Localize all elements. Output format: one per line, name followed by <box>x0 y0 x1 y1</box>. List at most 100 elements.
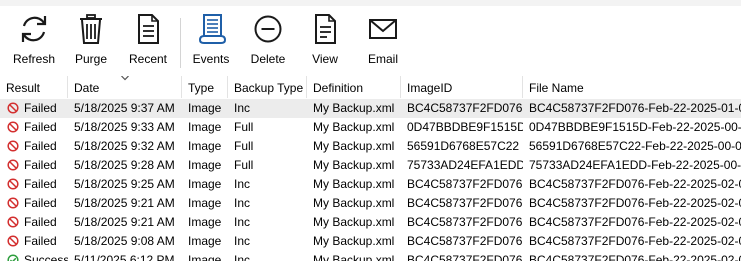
column-header-file-name[interactable]: File Name <box>523 76 741 98</box>
cell-type: Image <box>188 215 222 229</box>
failed-icon <box>7 121 19 133</box>
cell-type: Image <box>188 196 222 210</box>
view-button[interactable]: View <box>305 12 345 70</box>
cell-type: Image <box>188 177 222 191</box>
cell-backup-type: Inc <box>234 253 251 261</box>
circle-minus-icon <box>254 15 282 43</box>
cell-definition: My Backup.xml <box>313 196 395 210</box>
failed-icon <box>7 235 19 247</box>
failed-icon <box>7 159 19 171</box>
table-row[interactable]: Success 5/11/2025 6:12 PM Image Inc My Backu… <box>0 251 741 261</box>
backup-history-table: Result Date Type Backup Type Definition … <box>0 76 741 261</box>
sort-descending-icon <box>121 76 129 81</box>
cell-image-id: BC4C58737F2FD076 <box>407 177 523 191</box>
result-label: Success <box>24 253 68 261</box>
recent-label: Recent <box>128 52 168 66</box>
column-header-type[interactable]: Type <box>182 76 228 98</box>
email-label: Email <box>367 52 398 66</box>
cell-backup-type: Full <box>234 120 254 134</box>
table-row[interactable]: Failed 5/18/2025 9:25 AM Image Inc My Backup… <box>0 175 741 194</box>
cell-file-name: BC4C58737F2FD076-Feb-22-2025-02-02- <box>529 253 741 261</box>
cell-result: Failed <box>0 232 68 251</box>
column-header-result[interactable]: Result <box>0 76 68 98</box>
table-row[interactable]: Failed 5/18/2025 9:21 AM Image Inc My Backup… <box>0 213 741 232</box>
cell-definition: My Backup.xml <box>313 120 395 134</box>
cell-result: Failed <box>0 137 68 156</box>
cell-backup-type: Inc <box>234 177 251 191</box>
cell-date: 5/18/2025 9:28 AM <box>74 158 175 172</box>
failed-icon <box>7 178 19 190</box>
recent-button[interactable]: Recent <box>125 12 171 70</box>
cell-file-name: 75733AD24EFA1EDD-Feb-22-2025-00-00. <box>529 158 741 172</box>
cell-file-name: BC4C58737F2FD076-Feb-22-2025-02-02. <box>529 234 741 248</box>
column-header-image-id[interactable]: ImageID <box>401 76 523 98</box>
table-row[interactable]: Failed 5/18/2025 9:28 AM Image Full My Backu… <box>0 156 741 175</box>
cell-date: 5/18/2025 9:37 AM <box>74 101 175 115</box>
cell-definition: My Backup.xml <box>313 253 395 261</box>
cell-result: Failed <box>0 213 68 232</box>
cell-backup-type: Inc <box>234 196 251 210</box>
cell-file-name: BC4C58737F2FD076-Feb-22-2025-02-02- <box>529 196 741 210</box>
table-row[interactable]: Failed 5/18/2025 9:21 AM Image Inc My Backup… <box>0 194 741 213</box>
table-body: Failed 5/18/2025 9:37 AM Image Inc My Backup… <box>0 99 741 261</box>
trash-icon <box>80 14 102 44</box>
toolbar-separator <box>180 18 181 68</box>
failed-icon <box>7 197 19 209</box>
cell-image-id: BC4C58737F2FD076 <box>407 215 523 229</box>
events-button[interactable]: Events <box>190 12 232 70</box>
cell-result: Failed <box>0 118 68 137</box>
cell-definition: My Backup.xml <box>313 139 395 153</box>
cell-image-id: 0D47BBDBE9F1515D <box>407 120 523 134</box>
result-label: Failed <box>24 196 57 210</box>
cell-image-id: BC4C58737F2FD076 <box>407 196 523 210</box>
cell-file-name: BC4C58737F2FD076-Feb-22-2025-02-02- <box>529 215 741 229</box>
refresh-label: Refresh <box>12 52 56 66</box>
cell-backup-type: Inc <box>234 215 251 229</box>
result-label: Failed <box>24 120 57 134</box>
cell-definition: My Backup.xml <box>313 215 395 229</box>
cell-type: Image <box>188 101 222 115</box>
delete-label: Delete <box>250 52 286 66</box>
cell-image-id: BC4C58737F2FD076 <box>407 234 523 248</box>
cell-image-id: BC4C58737F2FD076 <box>407 101 523 115</box>
table-row[interactable]: Failed 5/18/2025 9:32 AM Image Full My Backu… <box>0 137 741 156</box>
cell-date: 5/18/2025 9:33 AM <box>74 120 175 134</box>
refresh-button[interactable]: Refresh <box>13 12 55 70</box>
result-label: Failed <box>24 177 57 191</box>
table-row[interactable]: Failed 5/18/2025 9:08 AM Image Inc My Backup… <box>0 232 741 251</box>
cell-backup-type: Full <box>234 158 254 172</box>
cell-type: Image <box>188 139 222 153</box>
column-header-date-label: Date <box>74 81 100 95</box>
cell-result: Success <box>0 251 68 261</box>
cell-backup-type: Inc <box>234 234 251 248</box>
failed-icon <box>7 216 19 228</box>
cell-result: Failed <box>0 156 68 175</box>
column-header-definition[interactable]: Definition <box>307 76 401 98</box>
cell-image-id: 75733AD24EFA1EDD <box>407 158 523 172</box>
column-header-backup-type[interactable]: Backup Type <box>228 76 307 98</box>
success-icon <box>7 254 19 261</box>
cell-definition: My Backup.xml <box>313 234 395 248</box>
events-label: Events <box>192 52 230 66</box>
failed-icon <box>7 102 19 114</box>
delete-button[interactable]: Delete <box>247 12 289 70</box>
email-button[interactable]: Email <box>362 12 404 70</box>
table-header: Result Date Type Backup Type Definition … <box>0 76 741 98</box>
table-row[interactable]: Failed 5/18/2025 9:33 AM Image Full My Backu… <box>0 118 741 137</box>
cell-date: 5/18/2025 9:21 AM <box>74 196 175 210</box>
cell-result: Failed <box>0 194 68 213</box>
cell-result: Failed <box>0 99 68 118</box>
cell-date: 5/18/2025 9:08 AM <box>74 234 175 248</box>
failed-icon <box>7 140 19 152</box>
cell-definition: My Backup.xml <box>313 158 395 172</box>
document-list-icon <box>138 14 159 44</box>
table-row[interactable]: Failed 5/18/2025 9:37 AM Image Inc My Backup… <box>0 99 741 118</box>
cell-date: 5/18/2025 9:21 AM <box>74 215 175 229</box>
cell-result: Failed <box>0 175 68 194</box>
refresh-icon <box>21 16 47 42</box>
purge-button[interactable]: Purge <box>71 12 111 70</box>
envelope-icon <box>369 19 397 39</box>
view-label: View <box>312 52 338 66</box>
events-log-icon <box>198 14 227 44</box>
cell-backup-type: Inc <box>234 101 251 115</box>
